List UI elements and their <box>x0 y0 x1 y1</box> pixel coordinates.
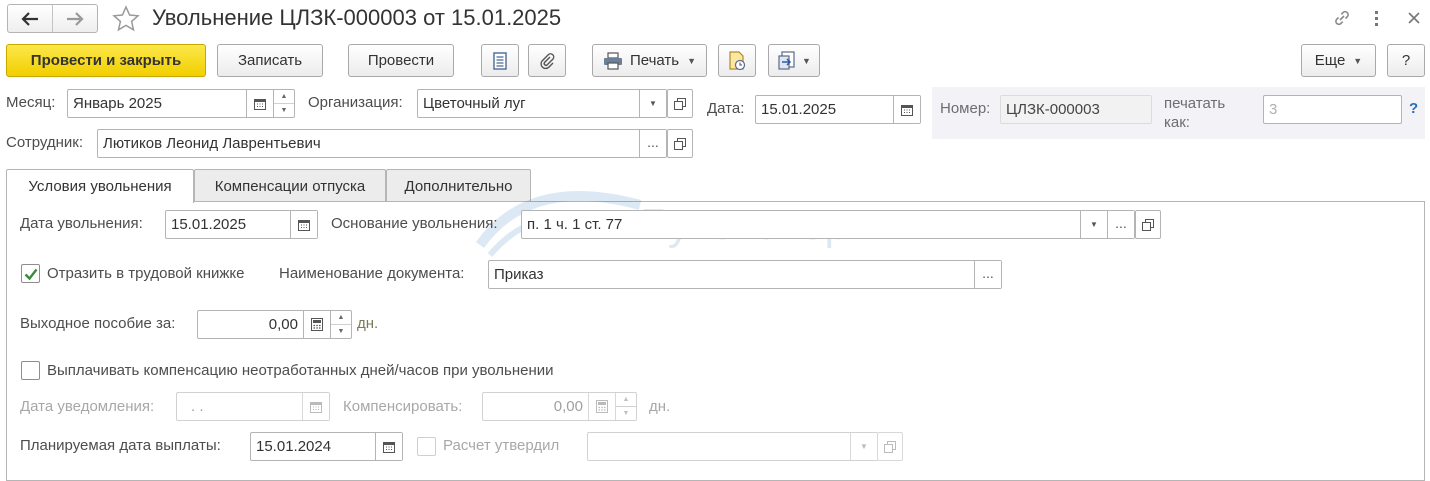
payment-date-field[interactable]: 15.01.2024 <box>250 432 403 461</box>
severance-unit: дн. <box>357 315 379 332</box>
severance-value: 0,00 <box>268 316 298 333</box>
notice-date-value: . . <box>191 398 204 415</box>
chevron-down-icon[interactable]: ▼ <box>850 433 877 460</box>
dismissal-date-label: Дата увольнения: <box>20 215 143 232</box>
calc-approved-by-value <box>588 433 850 460</box>
calc-approved-by-field[interactable]: ▼ <box>587 432 878 461</box>
calculator-icon[interactable] <box>588 393 615 420</box>
calc-approved-label[interactable]: Расчет утвердил <box>443 436 559 456</box>
payment-date-value: 15.01.2024 <box>256 438 332 455</box>
compensate-field[interactable]: 0,00 ▲ ▼ <box>482 392 637 421</box>
pay-compensation-label[interactable]: Выплачивать компенсацию неотработанных д… <box>47 361 554 381</box>
checkmark-icon <box>24 268 37 280</box>
select-ellipsis-button[interactable]: ... <box>974 261 1001 288</box>
document-name-field[interactable]: Приказ ... <box>488 260 1002 289</box>
tab-content: Дата увольнения: 15.01.2025 Основание ув… <box>0 0 1430 468</box>
dismissal-date-value: 15.01.2025 <box>171 216 247 233</box>
open-basis-button[interactable] <box>1135 210 1161 239</box>
calc-approved-checkbox[interactable] <box>417 437 436 456</box>
labor-book-label[interactable]: Отразить в трудовой книжке <box>47 264 244 284</box>
calculator-icon[interactable] <box>303 311 330 338</box>
dismissal-basis-label: Основание увольнения: <box>331 215 498 232</box>
labor-book-checkbox[interactable] <box>21 264 40 283</box>
open-in-window-icon <box>1142 218 1154 231</box>
dismissal-date-field[interactable]: 15.01.2025 <box>165 210 318 239</box>
select-ellipsis-button[interactable]: ... <box>1107 211 1134 238</box>
calendar-icon[interactable] <box>375 433 402 460</box>
open-approver-button[interactable] <box>877 432 903 461</box>
calendar-icon[interactable] <box>302 393 329 420</box>
document-name-label: Наименование документа: <box>279 265 465 282</box>
compensate-stepper[interactable]: ▲ ▼ <box>615 393 636 420</box>
severance-stepper[interactable]: ▲ ▼ <box>330 311 351 338</box>
calendar-icon[interactable] <box>290 211 317 238</box>
document-name-value: Приказ <box>494 266 544 283</box>
open-in-window-icon <box>884 440 896 453</box>
dismissal-basis-value: п. 1 ч. 1 ст. 77 <box>527 216 623 233</box>
notice-date-label: Дата уведомления: <box>20 398 155 415</box>
dismissal-basis-field[interactable]: п. 1 ч. 1 ст. 77 ▼ ... <box>521 210 1135 239</box>
compensate-value: 0,00 <box>553 398 583 415</box>
notice-date-field[interactable]: . . <box>176 392 330 421</box>
payment-date-label: Планируемая дата выплаты: <box>20 437 221 454</box>
compensate-label: Компенсировать: <box>343 398 463 415</box>
severance-label: Выходное пособие за: <box>20 315 176 332</box>
pay-compensation-checkbox[interactable] <box>21 361 40 380</box>
chevron-down-icon[interactable]: ▼ <box>1080 211 1107 238</box>
severance-field[interactable]: 0,00 ▲ ▼ <box>197 310 352 339</box>
compensate-unit: дн. <box>649 398 671 415</box>
